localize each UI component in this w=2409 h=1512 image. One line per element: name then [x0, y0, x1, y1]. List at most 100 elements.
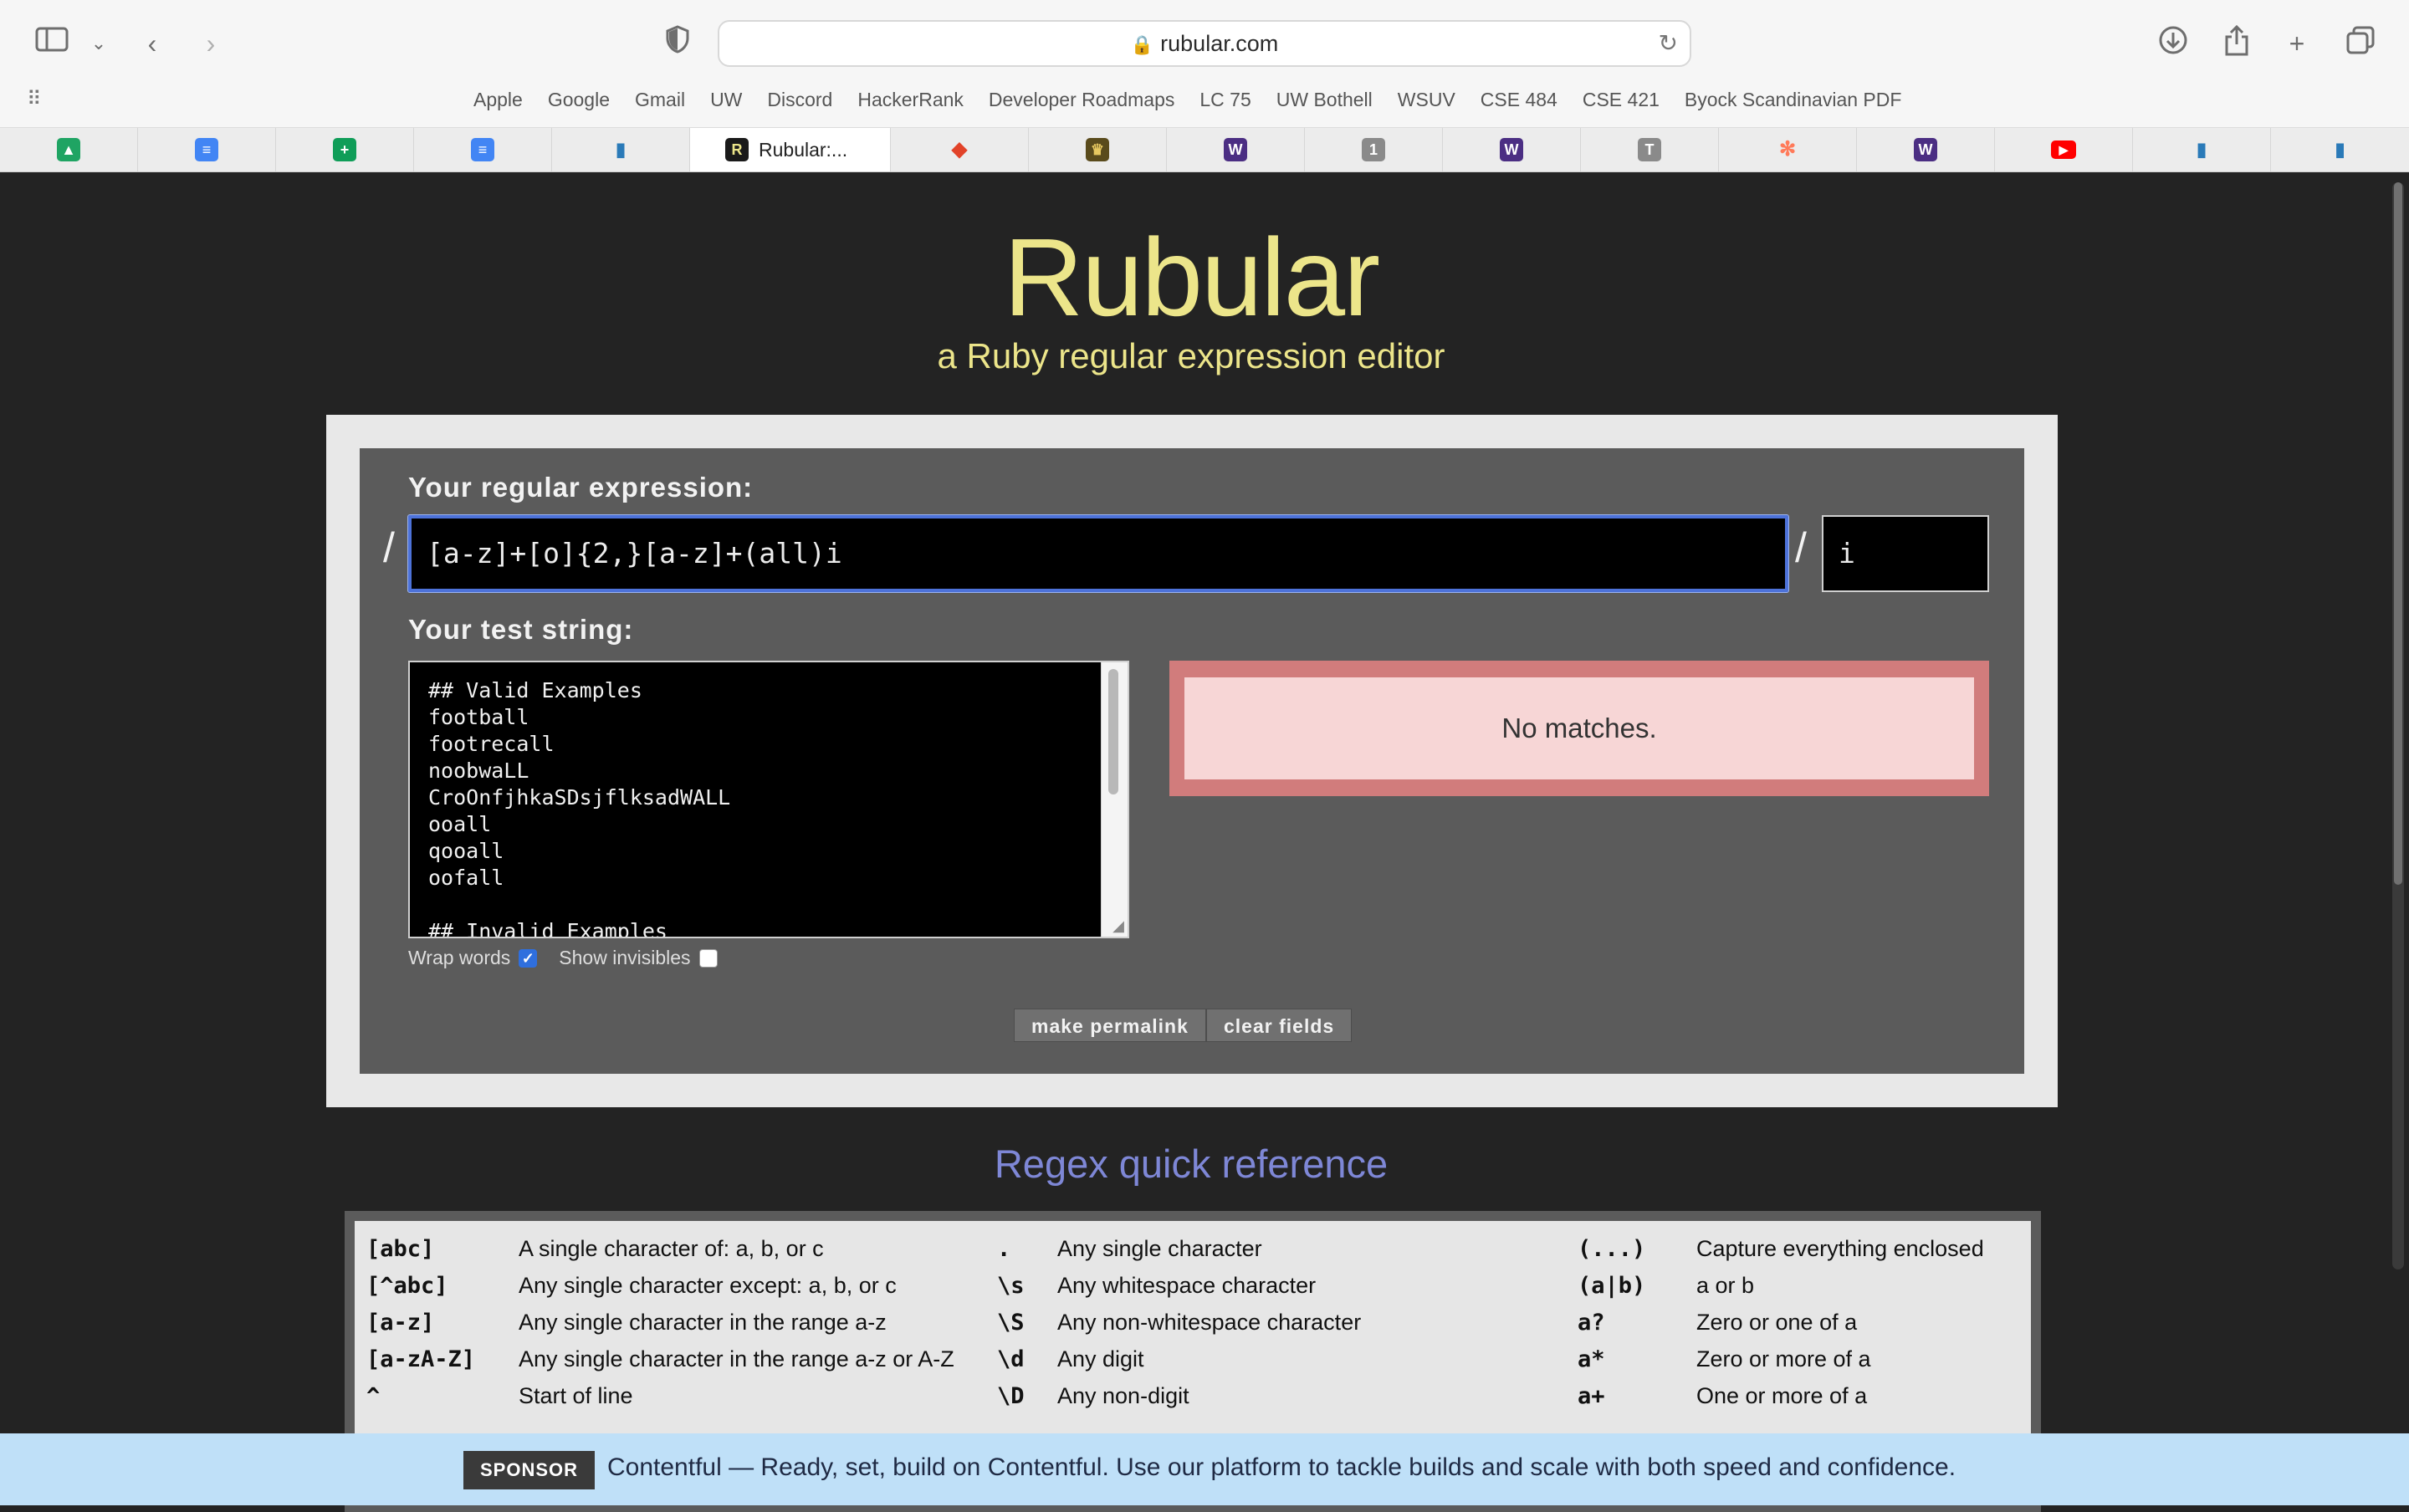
regex-open-slash: /: [383, 524, 395, 571]
clear-fields-button[interactable]: clear fields: [1206, 1009, 1353, 1042]
favorite-link[interactable]: Byock Scandinavian PDF: [1685, 89, 1902, 110]
reference-token: (a|b): [1578, 1273, 1646, 1299]
regex-options-input[interactable]: i: [1822, 515, 1989, 592]
tab-analytics[interactable]: ▮: [552, 128, 690, 171]
tab-rubular[interactable]: R Rubular:...: [690, 128, 891, 171]
favorite-link[interactable]: Developer Roadmaps: [989, 89, 1174, 110]
docs-icon: ≡: [195, 138, 218, 161]
favorite-link[interactable]: UW: [710, 89, 742, 110]
reference-token: [a-zA-Z]: [366, 1346, 476, 1372]
test-string-line: football: [428, 705, 529, 729]
tab-uw[interactable]: W: [1167, 128, 1305, 171]
reference-row: [a-z] Any single character in the range a…: [355, 1305, 2031, 1341]
new-tab-icon[interactable]: +: [2279, 25, 2315, 62]
scroll-thumb[interactable]: [2394, 182, 2402, 885]
tab-google-docs-2[interactable]: ≡: [414, 128, 552, 171]
favorite-link[interactable]: Google: [548, 89, 610, 110]
downloads-icon[interactable]: [2155, 25, 2192, 62]
back-icon[interactable]: ‹: [134, 25, 171, 62]
wrap-words-checkbox[interactable]: ✓: [519, 948, 538, 968]
sponsor-tag: SPONSOR: [463, 1451, 596, 1489]
reference-description: A single character of: a, b, or c: [519, 1236, 824, 1261]
url-text: rubular.com: [1160, 31, 1279, 56]
gitlab-icon: ◆: [951, 138, 968, 161]
reference-description: Any whitespace character: [1057, 1273, 1317, 1298]
favorite-link[interactable]: CSE 484: [1481, 89, 1557, 110]
tab-analytics-3[interactable]: ▮: [2271, 128, 2409, 171]
reference-row: [^abc] Any single character except: a, b,…: [355, 1268, 2031, 1305]
address-bar[interactable]: 🔒 rubular.com ↻: [718, 20, 1691, 67]
tab-uw-3[interactable]: W: [1857, 128, 1995, 171]
uw-icon: W: [1224, 138, 1247, 161]
tab-uw-2[interactable]: W: [1443, 128, 1581, 171]
editor-panel: Your regular expression: / [a-z]+[o]{2,}…: [326, 415, 2058, 1107]
reference-description: Start of line: [519, 1383, 633, 1408]
site-title: Rubular: [1003, 216, 1380, 339]
show-invisibles-checkbox[interactable]: [698, 948, 718, 968]
favorites-list: Apple Google Gmail UW Discord HackerRank Devel…: [473, 89, 1926, 111]
forward-icon[interactable]: ›: [192, 25, 229, 62]
uw-icon: W: [1914, 138, 1937, 161]
tab-youtube[interactable]: ▶: [1995, 128, 2133, 171]
tab-gitlab[interactable]: ◆: [891, 128, 1029, 171]
reference-token: a+: [1578, 1383, 1605, 1409]
favorite-link[interactable]: HackerRank: [857, 89, 964, 110]
reference-description: One or more of a: [1696, 1383, 1868, 1408]
tab-google-sheets[interactable]: +: [276, 128, 414, 171]
favorite-link[interactable]: LC 75: [1199, 89, 1251, 110]
favorite-link[interactable]: Gmail: [635, 89, 685, 110]
tab-google-drive[interactable]: ▲: [0, 128, 138, 171]
test-string-textarea[interactable]: ## Valid Examples football footrecall noobw…: [408, 661, 1129, 938]
tab-t[interactable]: T: [1581, 128, 1719, 171]
test-string-label: Your test string:: [408, 614, 634, 645]
reference-token: [^abc]: [366, 1273, 448, 1299]
reference-token: a*: [1578, 1346, 1605, 1372]
sidebar-toggle-icon[interactable]: [33, 25, 70, 62]
reference-description: Capture everything enclosed: [1696, 1236, 1984, 1261]
favorite-link[interactable]: CSE 421: [1583, 89, 1660, 110]
reference-token: [abc]: [366, 1236, 435, 1262]
tab-hubspot[interactable]: ✻: [1719, 128, 1857, 171]
tab-analytics-2[interactable]: ▮: [2133, 128, 2271, 171]
browser-chrome: ⌄ ‹ › 🔒 rubular.com ↻ + ⠿ Apple Google Gmai…: [0, 0, 2409, 172]
reference-description: Any digit: [1057, 1346, 1144, 1372]
reference-title: Regex quick reference: [994, 1142, 1389, 1186]
favorite-link[interactable]: Apple: [473, 89, 523, 110]
reference-row: [abc] A single character of: a, b, or c. A…: [355, 1231, 2031, 1268]
drive-icon: ▲: [57, 138, 80, 161]
regex-input[interactable]: [a-z]+[o]{2,}[a-z]+(all)i: [407, 514, 1789, 593]
share-icon[interactable]: [2218, 24, 2255, 62]
reload-icon[interactable]: ↻: [1659, 22, 1678, 65]
bar-chart-icon: ▮: [2335, 139, 2345, 160]
bar-chart-icon: ▮: [2196, 139, 2207, 160]
sponsor-text[interactable]: Contentful — Ready, set, build on Conten…: [607, 1453, 1956, 1482]
privacy-shield-icon[interactable]: [659, 25, 696, 62]
reference-row: ^ Start of line \D Any non-digit a+ One or mo…: [355, 1378, 2031, 1415]
tab-one[interactable]: 1: [1305, 128, 1443, 171]
make-permalink-button[interactable]: make permalink: [1014, 1009, 1206, 1042]
favorite-link[interactable]: UW Bothell: [1276, 89, 1373, 110]
apps-grid-icon[interactable]: ⠿: [27, 87, 42, 111]
reference-row: [a-zA-Z] Any single character in the rang…: [355, 1341, 2031, 1378]
tab-google-docs[interactable]: ≡: [138, 128, 276, 171]
tab-overview-icon[interactable]: [2342, 25, 2379, 62]
crown-icon: ♛: [1086, 138, 1109, 161]
resize-grip-icon[interactable]: ◢: [1112, 917, 1124, 935]
test-string-line: footrecall: [428, 732, 555, 756]
reference-token: \s: [997, 1273, 1025, 1299]
regex-close-slash: /: [1795, 524, 1807, 571]
favorite-link[interactable]: Discord: [767, 89, 832, 110]
reference-token: .: [997, 1236, 1011, 1262]
test-string-scrollbar[interactable]: [1101, 662, 1128, 937]
favorite-link[interactable]: WSUV: [1398, 89, 1455, 110]
test-string-scroll-thumb[interactable]: [1108, 669, 1118, 794]
favorites-bar: ⠿ Apple Google Gmail UW Discord HackerRank Dev…: [0, 84, 2409, 120]
page-scrollbar[interactable]: [2392, 182, 2404, 1269]
chevron-down-icon[interactable]: ⌄: [80, 25, 117, 62]
reference-token: \d: [997, 1346, 1025, 1372]
reference-token: \D: [997, 1383, 1025, 1409]
sponsor-banner[interactable]: SPONSOR Contentful — Ready, set, build o…: [0, 1433, 2409, 1505]
youtube-icon: ▶: [2051, 140, 2076, 159]
tab-crown[interactable]: ♛: [1029, 128, 1167, 171]
show-invisibles-label: Show invisibles: [559, 947, 691, 968]
